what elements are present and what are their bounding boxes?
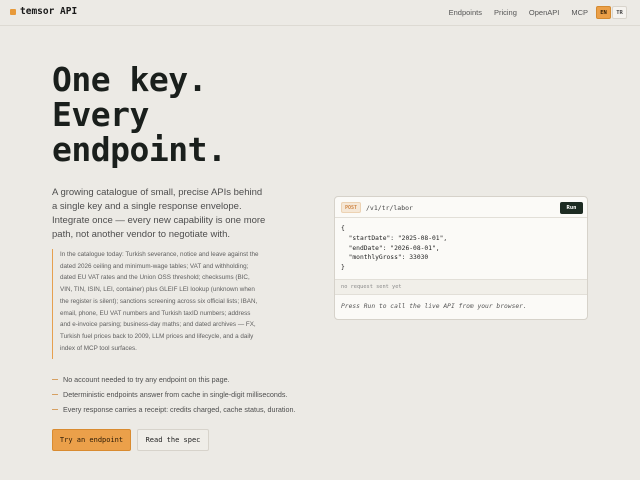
nav-link-openapi[interactable]: OpenAPI xyxy=(529,8,559,17)
feature-text: Deterministic endpoints answer from cach… xyxy=(63,390,288,399)
request-body-editor[interactable]: { "startDate": "2025-08-01", "endDate": … xyxy=(341,224,581,273)
language-en-button[interactable]: EN xyxy=(596,6,611,19)
console-header: POST /v1/tr/labor Run xyxy=(335,197,587,218)
nav-link-endpoints[interactable]: Endpoints xyxy=(449,8,482,17)
feature-item: No account needed to try any endpoint on… xyxy=(52,372,312,387)
feature-text: No account needed to try any endpoint on… xyxy=(63,375,230,384)
feature-item: Deterministic endpoints answer from cach… xyxy=(52,387,312,402)
logo-icon xyxy=(10,8,16,15)
hero-title-line: Every xyxy=(52,95,149,134)
top-navbar: temsor API Endpoints Pricing OpenAPI MCP… xyxy=(0,0,640,26)
response-placeholder: Press Run to call the live API from your… xyxy=(341,303,527,310)
language-tr-button[interactable]: TR xyxy=(612,6,627,19)
feature-text: Every response carries a receipt: credit… xyxy=(63,405,296,414)
brand-name: temsor API xyxy=(20,6,78,17)
hero-title-line: One key. xyxy=(52,60,207,99)
run-button[interactable]: Run xyxy=(560,202,583,214)
catalog-summary: In the catalogue today: Turkish severanc… xyxy=(52,249,260,359)
http-method-badge: POST xyxy=(341,202,361,213)
api-console: POST /v1/tr/labor Run { "startDate": "20… xyxy=(334,196,588,320)
brand[interactable]: temsor API xyxy=(10,6,77,17)
language-switcher: EN TR xyxy=(596,6,627,19)
nav-links: Endpoints Pricing OpenAPI MCP xyxy=(449,8,588,17)
hero-lead: A growing catalogue of small, precise AP… xyxy=(52,187,266,240)
nav-link-mcp[interactable]: MCP xyxy=(571,8,588,17)
dash-icon xyxy=(52,379,58,380)
read-spec-button[interactable]: Read the spec xyxy=(137,429,209,451)
dash-icon xyxy=(52,394,58,395)
request-status: no request sent yet xyxy=(335,279,587,295)
feature-list: No account needed to try any endpoint on… xyxy=(52,372,312,417)
hero-title: One key. Every endpoint. xyxy=(52,62,292,167)
try-endpoint-button[interactable]: Try an endpoint xyxy=(52,429,131,451)
nav-link-pricing[interactable]: Pricing xyxy=(494,8,517,17)
endpoint-path: /v1/tr/labor xyxy=(366,204,413,212)
hero-title-line: endpoint. xyxy=(52,130,227,169)
feature-item: Every response carries a receipt: credit… xyxy=(52,402,312,417)
dash-icon xyxy=(52,409,58,410)
